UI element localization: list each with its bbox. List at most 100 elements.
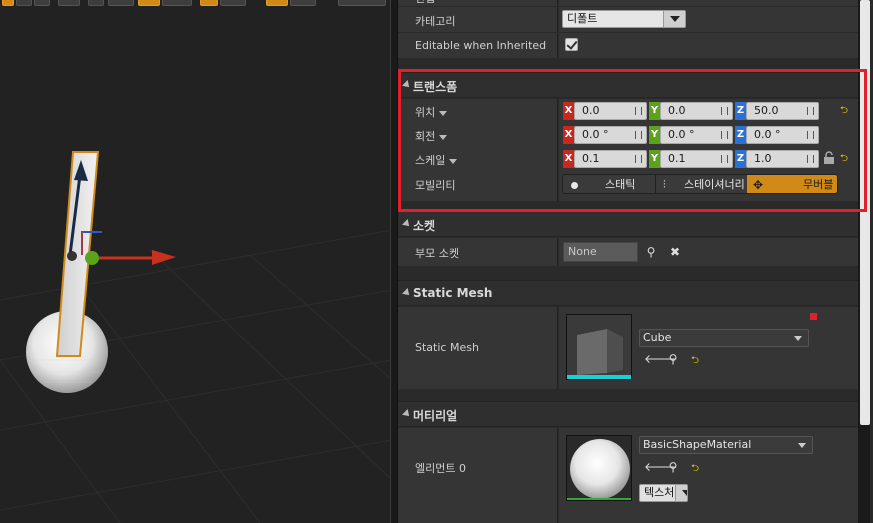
search-icon[interactable]: ⚲ bbox=[644, 245, 658, 259]
socket-title: 소켓 bbox=[413, 219, 436, 233]
material-value: BasicShapeMaterial bbox=[643, 438, 752, 451]
viewport-tool-button[interactable] bbox=[88, 0, 104, 6]
details-row-editable: Editable when Inherited bbox=[398, 33, 858, 58]
viewport-tool-button[interactable] bbox=[16, 0, 32, 6]
details-row-parent-socket: 부모 소켓 None ⚲ ✖ bbox=[398, 238, 858, 266]
x-axis-tag: X bbox=[563, 150, 574, 168]
viewport-tool-button[interactable] bbox=[220, 0, 246, 6]
mobility-stationary-button[interactable]: ⫶ 스테이셔너리 bbox=[655, 175, 747, 193]
viewport-tool-button[interactable] bbox=[34, 0, 50, 6]
sphere-thumbnail-icon bbox=[567, 436, 631, 500]
collapse-arrow-icon bbox=[402, 219, 412, 229]
category-value: 디폴트 bbox=[567, 12, 598, 25]
static-dot-icon bbox=[571, 182, 578, 189]
location-y-input[interactable]: 0.0 bbox=[660, 102, 733, 120]
reset-arrow-icon[interactable]: ⮌ bbox=[840, 154, 850, 164]
modified-marker-icon bbox=[810, 313, 817, 320]
mobility-label: 모빌리티 bbox=[415, 179, 456, 192]
material-thumbnail[interactable] bbox=[566, 435, 632, 501]
x-axis-tag: X bbox=[563, 102, 574, 120]
details-scrollbar-thumb[interactable] bbox=[860, 0, 870, 425]
materials-section-header[interactable]: 머티리얼 bbox=[398, 401, 858, 427]
viewport-tool-button[interactable] bbox=[138, 0, 160, 6]
static-mesh-combo[interactable]: Cube bbox=[639, 329, 809, 347]
scale-z-input[interactable]: 1.0 bbox=[746, 150, 819, 168]
panel-splitter[interactable] bbox=[390, 0, 398, 523]
materials-title: 머티리얼 bbox=[413, 409, 458, 423]
reset-arrow-icon[interactable]: ⮌ bbox=[691, 464, 701, 474]
static-mesh-thumbnail[interactable] bbox=[566, 314, 632, 380]
details-row-rotation: 회전 X 0.0 ° Y 0.0 ° Z 0.0 ° bbox=[398, 123, 858, 147]
location-x-input[interactable]: 0.0 bbox=[574, 102, 647, 120]
collapse-arrow-icon bbox=[402, 288, 412, 298]
gizmo-center[interactable] bbox=[85, 251, 99, 265]
details-row bbox=[398, 512, 858, 523]
transform-title: 트랜스폼 bbox=[413, 80, 458, 94]
viewport-tool-button[interactable] bbox=[58, 0, 80, 6]
details-panel: 편집 카테고리 디폴트 Editable when Inherited 트랜스폼… bbox=[398, 0, 873, 523]
rotation-y-input[interactable]: 0.0 ° bbox=[660, 126, 733, 144]
socket-section-header[interactable]: 소켓 bbox=[398, 211, 858, 237]
y-axis-tag: Y bbox=[649, 102, 660, 120]
viewport-tool-button[interactable] bbox=[338, 0, 386, 6]
static-mesh-value: Cube bbox=[643, 331, 672, 344]
mobility-static-label: 스태틱 bbox=[605, 178, 636, 191]
transform-section-header[interactable]: 트랜스폼 bbox=[398, 72, 858, 98]
rotation-x-input[interactable]: 0.0 ° bbox=[574, 126, 647, 144]
reset-arrow-icon[interactable]: ⮌ bbox=[840, 106, 850, 116]
rotation-z-input[interactable]: 0.0 ° bbox=[746, 126, 819, 144]
viewport-tool-button[interactable] bbox=[2, 0, 14, 6]
location-z-input[interactable]: 50.0 bbox=[746, 102, 819, 120]
z-axis-tag: Z bbox=[735, 126, 746, 144]
viewport-tool-button[interactable] bbox=[200, 0, 218, 6]
static-mesh-section-header[interactable]: Static Mesh bbox=[398, 280, 858, 306]
details-row: 편집 bbox=[398, 0, 858, 6]
move-cross-icon: ✥ bbox=[753, 178, 764, 192]
mobility-stationary-label: 스테이셔너리 bbox=[684, 178, 745, 191]
lock-icon[interactable] bbox=[823, 151, 835, 165]
level-viewport[interactable] bbox=[0, 0, 392, 523]
viewport-tool-button[interactable] bbox=[108, 0, 134, 6]
mobility-movable-button[interactable]: ✥ 무버블 bbox=[747, 175, 837, 193]
browse-search-icon[interactable]: ⚲ bbox=[666, 460, 680, 474]
scale-y-input[interactable]: 0.1 bbox=[660, 150, 733, 168]
viewport-tool-button[interactable] bbox=[162, 0, 192, 6]
details-row-category: 카테고리 디폴트 bbox=[398, 7, 858, 32]
parent-socket-input[interactable]: None bbox=[563, 242, 638, 262]
category-combo[interactable]: 디폴트 bbox=[562, 10, 686, 28]
top-row-label: 편집 bbox=[415, 0, 435, 6]
cube-thumbnail-icon bbox=[567, 315, 631, 379]
rotation-label[interactable]: 회전 bbox=[415, 128, 448, 144]
viewport-tool-button[interactable] bbox=[290, 0, 316, 6]
y-axis-tag: Y bbox=[649, 150, 660, 168]
scale-label[interactable]: 스케일 bbox=[415, 152, 458, 168]
stationary-sliders-icon: ⫶ bbox=[663, 178, 666, 191]
details-row-static-mesh: Static Mesh Cube 🡐 ⚲ ⮌ bbox=[398, 307, 858, 389]
mobility-toggle-group: 스태틱 ⫶ 스테이셔너리 ✥ 무버블 bbox=[562, 174, 838, 194]
viewport-scene bbox=[0, 151, 392, 523]
details-row-location: 위치 X 0.0 Y 0.0 Z 50.0 ⮌ bbox=[398, 99, 858, 123]
mobility-movable-label: 무버블 bbox=[803, 178, 834, 191]
material-combo[interactable]: BasicShapeMaterial bbox=[639, 436, 813, 454]
texture-dropdown-button[interactable]: 텍스처 bbox=[639, 484, 688, 502]
use-selected-arrow-icon[interactable]: 🡐 bbox=[644, 352, 676, 366]
editable-inherited-checkbox[interactable] bbox=[565, 38, 578, 51]
parent-socket-label: 부모 소켓 bbox=[415, 247, 459, 260]
reset-arrow-icon[interactable]: ⮌ bbox=[691, 356, 701, 366]
use-selected-arrow-icon[interactable]: 🡐 bbox=[644, 460, 676, 474]
clear-icon[interactable]: ✖ bbox=[668, 245, 682, 259]
editable-inherited-label: Editable when Inherited bbox=[415, 39, 547, 52]
location-label[interactable]: 위치 bbox=[415, 104, 448, 120]
static-mesh-title: Static Mesh bbox=[413, 286, 493, 300]
collapse-arrow-icon bbox=[402, 80, 412, 90]
category-label: 카테고리 bbox=[415, 15, 456, 28]
scale-x-input[interactable]: 0.1 bbox=[574, 150, 647, 168]
details-row-material-element: 엘리먼트 0 BasicShapeMaterial 🡐 ⚲ ⮌ 텍스처 bbox=[398, 428, 858, 512]
texture-button-label: 텍스처 bbox=[644, 486, 675, 499]
static-mesh-label: Static Mesh bbox=[415, 341, 479, 354]
viewport-tool-button[interactable] bbox=[266, 0, 288, 6]
details-row-scale: 스케일 X 0.1 Y 0.1 Z 1.0 ⮌ bbox=[398, 147, 858, 171]
x-axis-tag: X bbox=[563, 126, 574, 144]
mobility-static-button[interactable]: 스태틱 bbox=[563, 175, 655, 193]
browse-search-icon[interactable]: ⚲ bbox=[666, 352, 680, 366]
